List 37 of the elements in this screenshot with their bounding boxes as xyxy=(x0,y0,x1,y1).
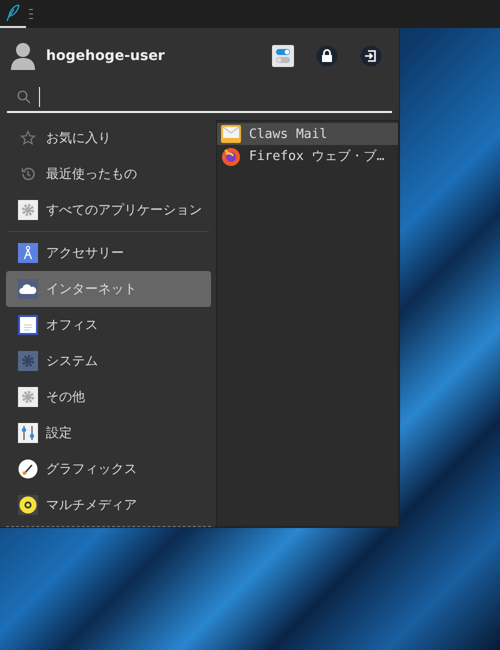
log-out-button[interactable] xyxy=(360,45,382,67)
disc-icon xyxy=(18,495,38,515)
settings-button[interactable] xyxy=(272,45,294,67)
toggle-switches-icon xyxy=(272,45,294,67)
category-item[interactable]: お気に入り xyxy=(6,120,211,156)
category-item[interactable]: その他 xyxy=(6,379,211,415)
mail-icon xyxy=(221,125,241,143)
category-item[interactable]: インターネット xyxy=(6,271,211,307)
lock-icon xyxy=(316,45,338,67)
category-item[interactable]: 最近使ったもの xyxy=(6,156,211,192)
feather-icon xyxy=(5,4,21,22)
drag-handle-icon[interactable] xyxy=(29,8,34,20)
category-item[interactable]: アクセサリー xyxy=(6,235,211,271)
star-icon xyxy=(20,130,36,146)
palette-icon xyxy=(18,459,38,479)
history-icon xyxy=(20,166,36,182)
firefox-icon xyxy=(221,146,241,166)
category-item[interactable]: グラフィックス xyxy=(6,451,211,487)
user-avatar-icon xyxy=(10,42,36,70)
app-list-item[interactable]: Firefox ウェブ・ブ… xyxy=(217,145,398,167)
category-item[interactable]: オフィス xyxy=(6,307,211,343)
document-icon xyxy=(18,315,38,335)
compass-icon xyxy=(18,243,38,263)
category-item[interactable]: マルチメディア xyxy=(6,487,211,523)
category-item[interactable]: システム xyxy=(6,343,211,379)
app-list-item[interactable]: Claws Mail xyxy=(217,123,398,145)
log-out-icon xyxy=(360,45,382,67)
cloud-icon xyxy=(18,279,38,299)
sliders-icon xyxy=(18,423,38,443)
gear-icon xyxy=(18,200,38,220)
gear-icon xyxy=(18,387,38,407)
search-icon xyxy=(17,90,31,104)
user-name: hogehoge-user xyxy=(46,48,166,64)
lock-button[interactable] xyxy=(316,45,338,67)
category-item[interactable]: 設定 xyxy=(6,415,211,451)
category-item[interactable]: すべてのアプリケーション xyxy=(6,192,211,228)
gear-icon xyxy=(18,351,38,371)
